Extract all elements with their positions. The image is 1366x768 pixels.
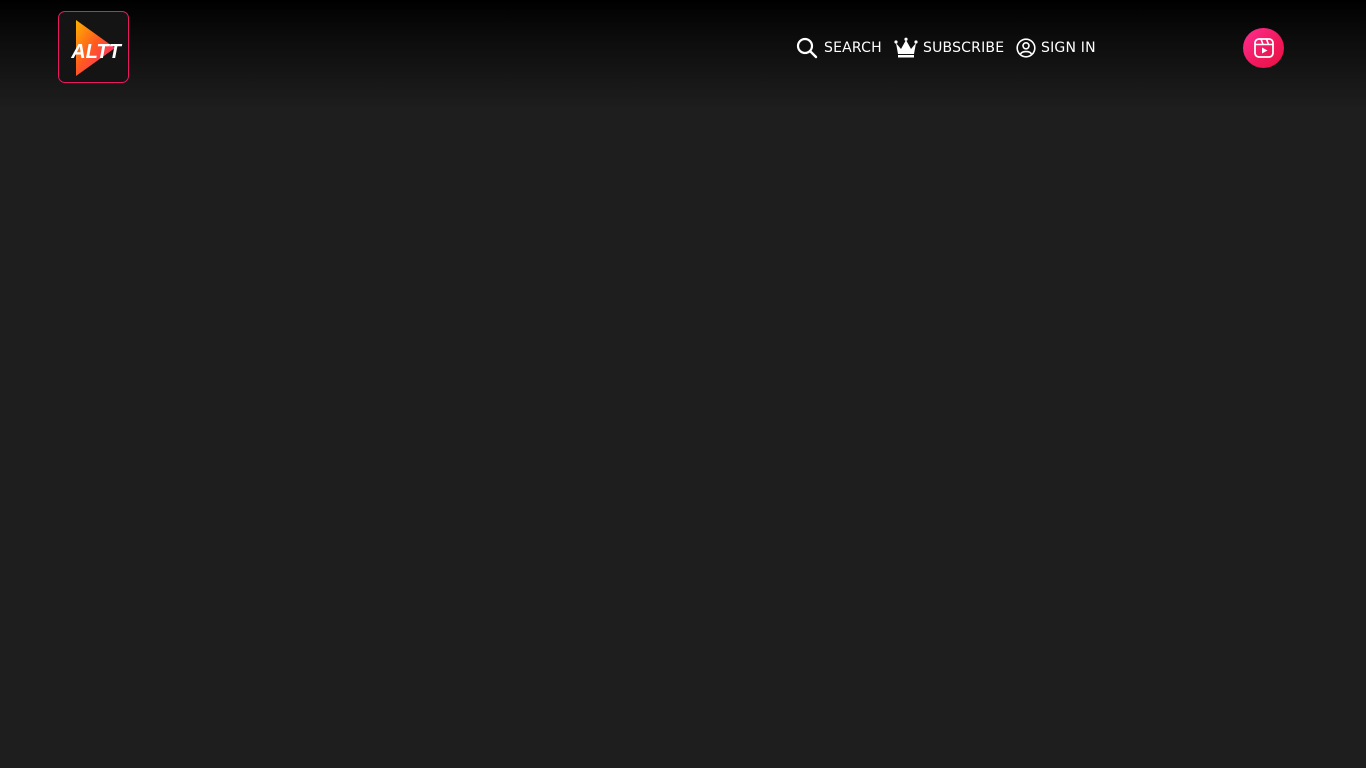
subscribe-label: SUBSCRIBE <box>923 40 1005 56</box>
search-button[interactable]: SEARCH <box>796 36 882 60</box>
user-circle-icon <box>1016 38 1036 58</box>
page: ALTT SEARCH SUBSCRIBE SIGN IN <box>0 0 1366 768</box>
shorts-button[interactable] <box>1243 28 1284 68</box>
sign-in-label: SIGN IN <box>1041 40 1096 56</box>
subscribe-button[interactable]: SUBSCRIBE <box>894 36 1004 60</box>
sign-in-button[interactable]: SIGN IN <box>1016 36 1096 60</box>
search-icon <box>796 37 818 59</box>
video-reel-icon <box>1253 38 1274 58</box>
search-label: SEARCH <box>824 40 882 56</box>
altt-logo[interactable]: ALTT <box>58 11 129 83</box>
play-triangle-logo-icon: ALTT <box>70 20 123 76</box>
logo-wordmark: ALTT <box>70 41 122 63</box>
top-header: ALTT SEARCH SUBSCRIBE SIGN IN <box>0 0 1366 110</box>
crown-icon <box>894 37 918 58</box>
